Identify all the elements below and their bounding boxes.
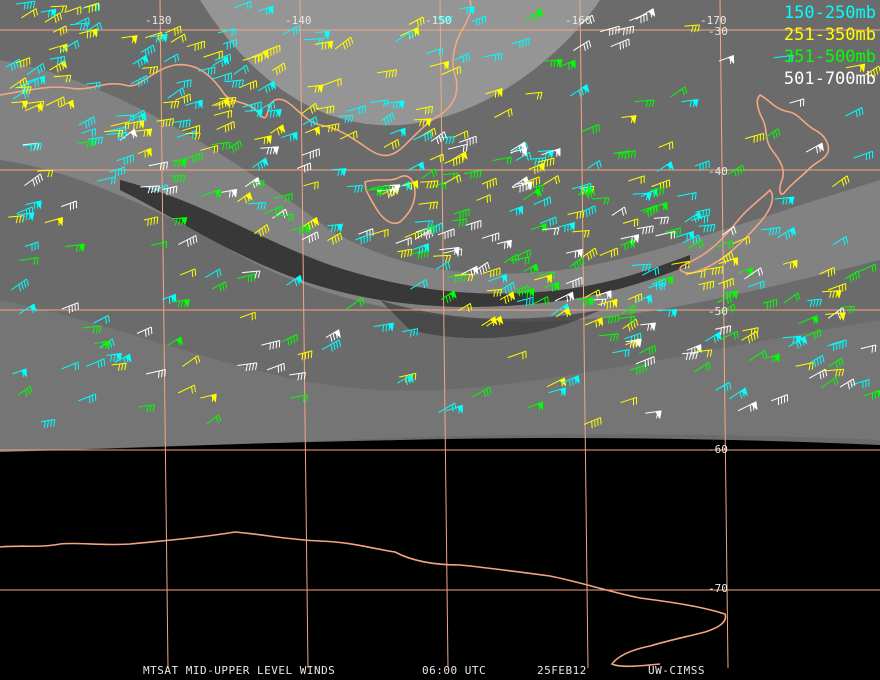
lat-label: -40 (708, 165, 728, 178)
map-canvas: -130 -140 -150 -160 -170 -30 -40 -50 -60… (0, 0, 880, 669)
footer-caption: MTSAT MID-UPPER LEVEL WINDS 06:00 UTC 25… (0, 664, 880, 678)
satellite-wind-map: -130 -140 -150 -160 -170 -30 -40 -50 -60… (0, 0, 880, 680)
lon-label: -130 (145, 14, 172, 27)
legend-item-251-350: 251-350mb (783, 25, 876, 45)
lon-label: -140 (285, 14, 312, 27)
legend-item-150-250: 150-250mb (783, 3, 876, 23)
footer-time: 06:00 UTC (422, 664, 487, 677)
pressure-legend: 150-250mb 251-350mb 351-500mb 501-700mb (784, 2, 876, 90)
lat-label: -60 (708, 443, 728, 456)
lat-label: -50 (708, 305, 728, 318)
legend-item-351-500: 351-500mb (783, 47, 876, 67)
lat-label: -30 (708, 25, 728, 38)
footer-source: UW-CIMSS (648, 664, 705, 677)
legend-item-501-700: 501-700mb (783, 69, 876, 89)
lat-label: -70 (708, 582, 728, 595)
footer-product: MTSAT MID-UPPER LEVEL WINDS (143, 664, 336, 677)
antarctica-coast (0, 531, 727, 668)
lon-label: -160 (565, 14, 592, 27)
footer-date: 25FEB12 (537, 664, 587, 677)
lon-label: -150 (425, 14, 452, 27)
